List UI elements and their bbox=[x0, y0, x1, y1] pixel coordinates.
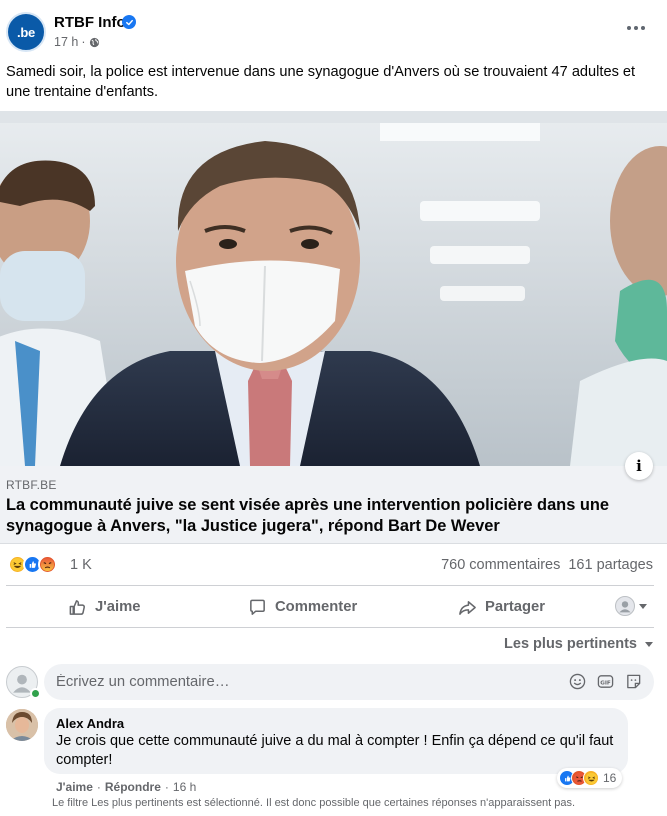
engagement-stats: 760 commentaires 161 partages bbox=[441, 557, 653, 573]
comment-bubble: Alex Andra Je crois que cette communauté… bbox=[44, 708, 628, 774]
comment-like-button[interactable]: J'aime bbox=[56, 780, 93, 794]
comment-reply-button[interactable]: Répondre bbox=[105, 780, 161, 794]
comment-author[interactable]: Alex Andra bbox=[56, 716, 616, 731]
comment-reaction-count: 16 bbox=[603, 771, 617, 785]
chevron-down-icon bbox=[639, 603, 647, 609]
meta-separator: · bbox=[81, 35, 86, 49]
filter-note: Le filtre Les plus pertinents est sélect… bbox=[52, 797, 576, 809]
input-tools: GIF bbox=[569, 673, 642, 690]
page-avatar[interactable]: .be bbox=[6, 12, 46, 52]
post-as-selector[interactable] bbox=[615, 596, 647, 616]
dot-separator: · bbox=[164, 780, 169, 794]
online-status-badge bbox=[30, 688, 41, 699]
angry-icon bbox=[38, 555, 57, 574]
comment-icon bbox=[248, 598, 267, 617]
user-avatar-icon bbox=[615, 596, 635, 616]
shares-count[interactable]: 161 partages bbox=[568, 557, 653, 573]
comment-button[interactable]: Commenter bbox=[248, 590, 357, 624]
gif-icon[interactable]: GIF bbox=[597, 673, 614, 690]
dot-separator: · bbox=[96, 780, 101, 794]
comments-count[interactable]: 760 commentaires bbox=[441, 557, 560, 573]
globe-icon bbox=[89, 37, 100, 48]
share-arrow-icon bbox=[458, 598, 477, 617]
more-options-icon[interactable] bbox=[625, 22, 647, 34]
emoji-icon[interactable] bbox=[569, 673, 586, 690]
share-button[interactable]: Partager bbox=[458, 590, 545, 624]
share-button-label: Partager bbox=[485, 599, 546, 615]
chevron-down-icon bbox=[645, 641, 653, 647]
comment-reactions[interactable]: 16 bbox=[557, 768, 623, 788]
page-name[interactable]: RTBF Info bbox=[54, 14, 126, 31]
svg-text:GIF: GIF bbox=[600, 680, 611, 686]
page-logo: .be bbox=[17, 24, 35, 40]
link-title[interactable]: La communauté juive se sent visée après … bbox=[6, 495, 616, 537]
haha-icon bbox=[583, 770, 599, 786]
comment-button-label: Commenter bbox=[275, 599, 358, 615]
divider bbox=[6, 627, 654, 628]
reaction-count[interactable]: 1 K bbox=[70, 557, 92, 573]
info-icon[interactable]: i bbox=[625, 452, 653, 480]
reactions-bar: 1 K 760 commentaires 161 partages bbox=[0, 552, 667, 580]
sticker-icon[interactable] bbox=[625, 673, 642, 690]
comment-input[interactable] bbox=[56, 664, 556, 700]
post-time[interactable]: 17 h bbox=[54, 35, 78, 49]
sort-label: Les plus pertinents bbox=[504, 636, 637, 652]
comment-time[interactable]: 16 h bbox=[173, 780, 196, 794]
comment-actions: J'aime · Répondre · 16 h bbox=[56, 780, 196, 794]
link-domain: RTBF.BE bbox=[6, 478, 57, 492]
like-button-label: J'aime bbox=[95, 599, 141, 615]
verified-badge-icon bbox=[122, 15, 136, 29]
comment-input-box: GIF bbox=[44, 664, 654, 700]
post-actions: J'aime Commenter Partager bbox=[0, 590, 667, 624]
thumbs-up-icon bbox=[68, 598, 87, 617]
like-button[interactable]: J'aime bbox=[68, 590, 140, 624]
post-image[interactable] bbox=[0, 111, 667, 466]
post-meta: 17 h · bbox=[54, 35, 100, 49]
post-header: .be RTBF Info 17 h · bbox=[0, 0, 667, 58]
commenter-avatar[interactable] bbox=[6, 709, 38, 741]
post-text: Samedi soir, la police est intervenue da… bbox=[6, 64, 636, 100]
divider bbox=[6, 585, 654, 586]
comment-text: Je crois que cette communauté juive a du… bbox=[56, 733, 614, 768]
facebook-post: .be RTBF Info 17 h · Samedi soir, la pol… bbox=[0, 0, 667, 816]
comment-sort-dropdown[interactable]: Les plus pertinents bbox=[504, 636, 653, 652]
reaction-icons[interactable] bbox=[8, 555, 57, 575]
